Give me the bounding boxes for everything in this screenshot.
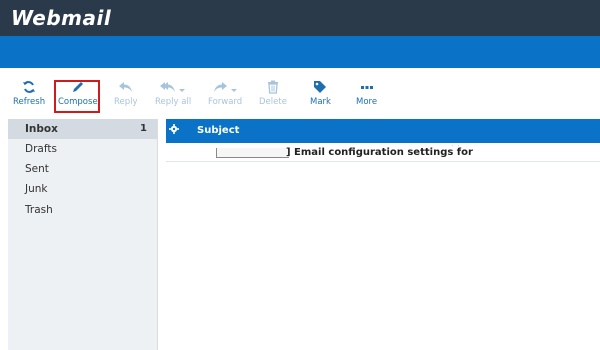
taskbar — [0, 36, 600, 68]
message-list-header: Subject — [166, 119, 600, 143]
compose-highlight-box — [54, 80, 100, 113]
folder-inbox[interactable]: Inbox 1 — [8, 119, 157, 139]
more-dots-icon — [360, 86, 373, 89]
webmail-logo: Webmail — [11, 6, 112, 30]
message-row[interactable]: ] Email configuration settings for ˙ ˙ — [166, 143, 600, 162]
refresh-icon — [23, 81, 36, 93]
forward-button[interactable]: Forward — [208, 80, 242, 114]
list-options-button[interactable] — [169, 124, 179, 137]
folder-junk[interactable]: Junk — [8, 179, 157, 199]
folder-trash[interactable]: Trash — [8, 200, 157, 220]
refresh-label: Refresh — [13, 97, 46, 107]
gear-icon — [169, 124, 179, 134]
forward-icon — [214, 82, 238, 92]
reply-all-icon — [160, 82, 186, 92]
forward-label: Forward — [208, 97, 243, 107]
reply-button[interactable]: Reply — [114, 80, 138, 114]
folder-label: Trash — [25, 204, 53, 216]
reply-icon — [118, 82, 132, 92]
delete-button[interactable]: Delete — [259, 80, 287, 114]
folder-drafts[interactable]: Drafts — [8, 139, 157, 159]
message-subject: ] Email configuration settings for — [286, 147, 473, 158]
subject-column-header[interactable]: Subject — [197, 125, 239, 136]
trash-icon — [267, 80, 278, 94]
reply-all-label: Reply all — [155, 97, 192, 107]
folder-label: Inbox — [25, 123, 58, 135]
more-label: More — [356, 97, 378, 107]
delete-label: Delete — [259, 97, 287, 107]
unread-count-badge: 1 — [140, 123, 147, 134]
folder-label: Junk — [25, 183, 48, 195]
mark-button[interactable]: Mark — [310, 80, 331, 114]
folder-label: Sent — [25, 163, 49, 175]
folder-list: Inbox 1 Drafts Sent Junk Trash — [8, 119, 158, 350]
sender-redacted — [216, 148, 289, 158]
reply-label: Reply — [114, 97, 138, 107]
more-button[interactable]: More — [356, 80, 377, 114]
redacted-text: ˙ ˙ — [451, 145, 461, 153]
tag-icon — [314, 81, 327, 93]
reply-all-button[interactable]: Reply all — [155, 80, 191, 114]
refresh-button[interactable]: Refresh — [13, 80, 45, 114]
top-header-bar: Webmail — [0, 0, 600, 36]
folder-label: Drafts — [25, 143, 57, 155]
folder-sent[interactable]: Sent — [8, 159, 157, 179]
mark-label: Mark — [310, 97, 331, 107]
